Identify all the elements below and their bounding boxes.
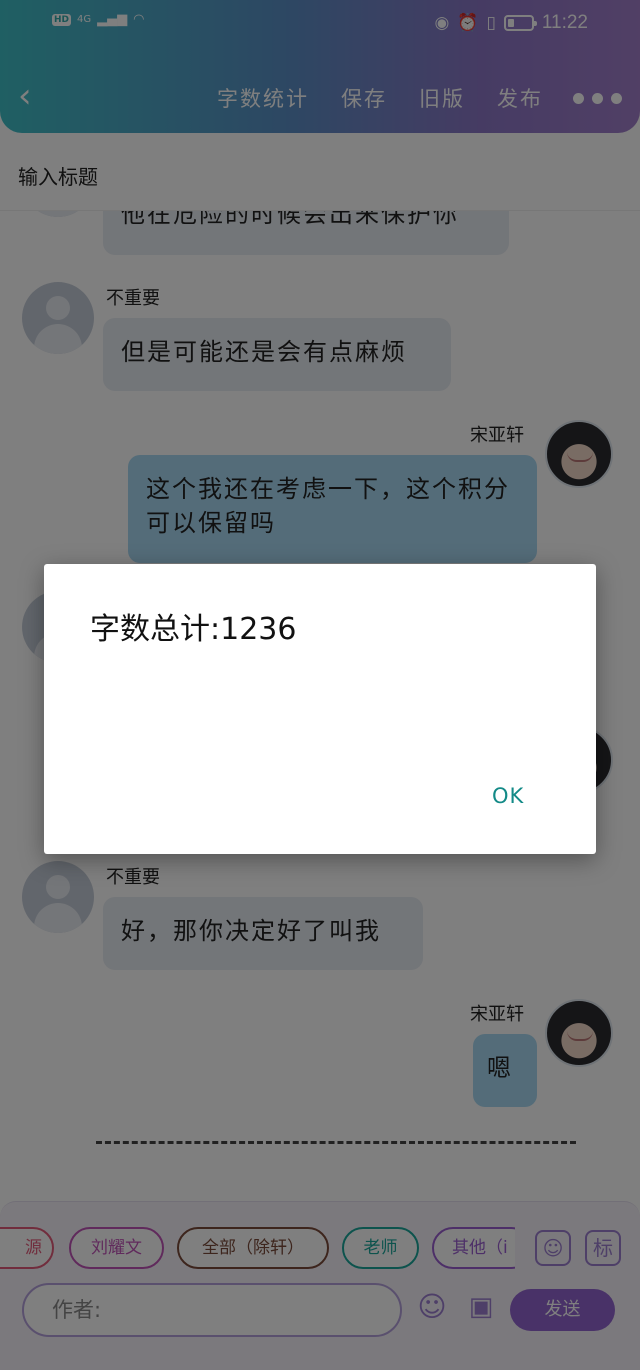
ok-button[interactable]: OK: [492, 784, 524, 808]
word-count-dialog: 字数总计:1236 OK: [44, 564, 596, 854]
dialog-message: 字数总计:1236: [90, 612, 297, 647]
